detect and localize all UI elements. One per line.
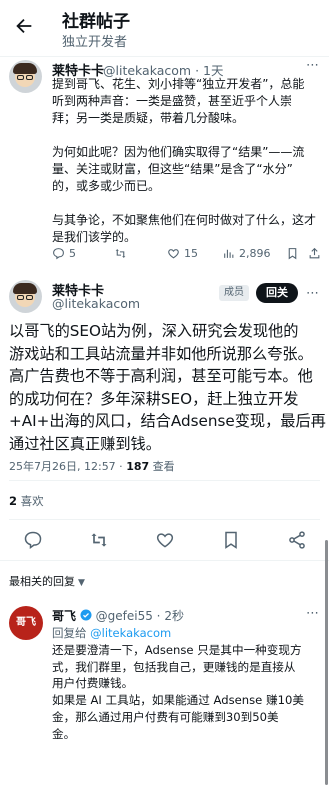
more-options-icon[interactable]: ⋯ [306,606,319,621]
reply-author-name: 哥飞 [52,609,77,623]
top-bar: 社群帖子 独立开发者 [0,0,329,56]
reply-to-handle[interactable]: @litekakacom [90,626,171,640]
views-count: 2,896 [239,247,271,260]
reply-stat[interactable]: 5 [52,247,76,260]
bookmark-icon [288,248,297,260]
reply-line: 用户付费赚钱。 [52,676,134,691]
avatar[interactable] [9,280,42,313]
post-body-line: 高广告费也不等于高利润，甚至可能亏本。他 [9,367,313,385]
scrollbar[interactable] [325,540,328,785]
reply-body: 还是要澄清一下，Adsense 只是其中一种变现方 式，我们群里，包括我自己，更… [52,642,324,742]
repost-icon [91,533,107,547]
share-button[interactable] [287,530,307,550]
likes-label: 喜欢 [17,494,44,508]
likes-count: 2 [9,494,18,508]
views-count: 187 [126,460,150,473]
more-options-icon[interactable]: ⋯ [306,286,319,301]
reply-line: 金，那么通过用户付费有可能赚到30到50美 [52,709,279,724]
repost-stat[interactable] [114,247,127,260]
post-text-line: 提到哥飞、花生、刘小排等“独立开发者”，总能 [52,77,305,91]
community-name[interactable]: 独立开发者 [62,31,127,50]
reply-line: 如果是 AI 工具站，如果能通过 Adsense 赚10美 [52,693,304,708]
avatar[interactable] [9,60,42,93]
post-text-line: 量、关注或财富，但这些“结果”是含了“水分” [52,162,293,176]
post-text-line: 的，或多或少而已。 [52,179,161,193]
author-handle[interactable]: @litekakacom [52,296,140,311]
header-divider [0,56,329,57]
reply-to-prefix: 回复给 [52,626,91,640]
verified-badge-icon [80,609,92,621]
reply-icon [24,531,42,549]
chevron-down-icon: ▼ [78,578,85,588]
reply-button[interactable] [23,530,43,550]
post-body-line: 的成功何在？多年深耕SEO，赶上独立开发 [9,389,299,408]
reply-line: 金。 [52,726,76,741]
post-body-line: 游戏站和工具站流量并非如他所说那么夸张。 [9,344,313,363]
bookmark-icon [225,531,237,549]
likes-summary[interactable]: 2 喜欢 [9,493,44,509]
share-icon [309,247,320,259]
avatar[interactable]: 哥飞 [9,606,43,640]
reply-sort-label: 最相关的回复 [9,575,75,588]
reply-icon [53,248,64,260]
page-title: 社群帖子 [62,12,130,32]
post-meta: 25年7月26日, 12:57 · 187 查看 [9,458,175,474]
post-body-line: 以哥飞的SEO站为例，深入研究会发现他的 [9,322,299,340]
reply-sort-dropdown[interactable]: 最相关的回复 ▼ [9,573,85,589]
post-text-line: 是我们该学的。 [52,230,137,244]
divider [9,519,320,520]
repost-icon [115,249,126,258]
heart-icon [168,249,179,259]
post-body-line: +AI+出海的风口，结合Adsense变现，最后再 [9,412,326,430]
like-stat[interactable]: 15 [167,247,198,260]
like-button[interactable] [155,530,175,550]
post-text-line: 为何如此呢？因为他们确实取得了“结果”——流 [52,145,305,159]
views-label: 查看 [149,460,175,473]
post-text-line: 听到两种声音：一类是盛赞，甚至近乎个人崇 [52,94,293,108]
post-body-line: 通过社区真正赚到钱。 [9,434,161,453]
repost-button[interactable] [89,530,109,550]
heart-icon [156,533,174,548]
reply-to-line: 回复给 @litekakacom [52,625,171,641]
member-badge: 成员 [219,285,249,301]
divider [9,480,320,481]
share-stat[interactable] [308,247,321,260]
post-timestamp[interactable]: 25年7月26日, 12:57 · [9,460,126,473]
reply-count: 5 [69,247,76,260]
follow-back-button[interactable]: 回关 [256,283,298,303]
post-text-line: 与其争论，不如聚焦他们在何时做对了什么，这才 [52,213,317,227]
reply-author[interactable]: 哥飞 @gefei55 · 2秒 [52,607,184,624]
post-text-line: 拜；另一类是质疑，带着几分酸味。 [52,111,245,125]
reply-handle-time: @gefei55 · 2秒 [91,609,184,623]
views-icon [224,249,234,258]
post-stats: 5 15 2,896 [52,247,322,263]
avatar-label: 哥飞 [16,617,36,628]
like-count: 15 [184,247,198,260]
bookmark-button[interactable] [221,530,241,550]
reply-line: 还是要澄清一下，Adsense 只是其中一种变现方 [52,643,302,657]
reply-line: 式，我们群里，包括我自己，更赚钱的是直接从 [52,659,296,674]
back-arrow-icon[interactable] [13,15,35,37]
divider [0,560,329,561]
post-body: 以哥飞的SEO站为例，深入研究会发现他的 游戏站和工具站流量并非如他所说那么夸张… [9,320,327,455]
more-options-icon[interactable]: ⋯ [306,58,319,73]
bookmark-stat[interactable] [286,247,299,260]
views-stat[interactable]: 2,896 [222,247,271,260]
share-icon [289,531,305,549]
